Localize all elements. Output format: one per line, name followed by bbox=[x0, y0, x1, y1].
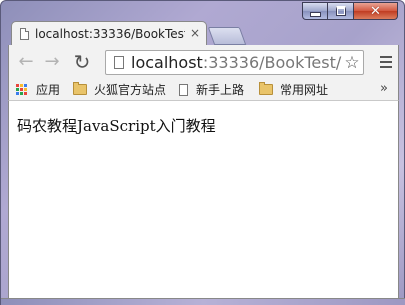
apps-grid-dot bbox=[24, 91, 27, 95]
forward-arrow-icon: → bbox=[44, 51, 60, 72]
address-bar[interactable]: localhost:33336/BookTest/D ☆ bbox=[105, 50, 364, 75]
browser-window: ✕ localhost:33336/BookTest/D × ← → ↻ loc… bbox=[0, 0, 405, 305]
minimize-button[interactable] bbox=[302, 2, 328, 20]
bookmark-apps[interactable]: 应用 bbox=[16, 81, 60, 98]
reload-button[interactable]: ↻ bbox=[71, 51, 93, 73]
apps-grid-dot bbox=[24, 87, 27, 91]
tab-strip: localhost:33336/BookTest/D × bbox=[11, 21, 271, 45]
page-heading-text: 码农教程JavaScript入门教程 bbox=[17, 117, 216, 135]
bookmark-label: 火狐官方站点 bbox=[94, 83, 167, 97]
bookmarks-bar: 应用 火狐官方站点 新手上路 常用网址 » bbox=[8, 79, 399, 101]
address-path: :33336/BookTest/D bbox=[202, 53, 354, 72]
folder-icon bbox=[73, 82, 87, 95]
apps-grid-dot bbox=[20, 87, 23, 91]
forward-button[interactable]: → bbox=[41, 51, 63, 73]
apps-grid-icon bbox=[16, 83, 28, 96]
window-caption-controls: ✕ bbox=[302, 2, 398, 20]
maximize-button[interactable] bbox=[328, 2, 354, 20]
tab-active[interactable]: localhost:33336/BookTest/D × bbox=[11, 21, 207, 45]
apps-grid-dot bbox=[16, 91, 19, 95]
tab-title: localhost:33336/BookTest/D bbox=[35, 26, 185, 41]
bookmark-star-icon[interactable]: ☆ bbox=[342, 51, 362, 74]
apps-grid-dot bbox=[20, 91, 23, 95]
apps-grid-dot bbox=[16, 83, 19, 87]
bookmark-label: 常用网址 bbox=[280, 83, 329, 97]
apps-grid-dot bbox=[16, 87, 19, 91]
address-text: localhost:33336/BookTest/D bbox=[131, 53, 354, 72]
minimize-icon bbox=[309, 11, 321, 17]
bookmark-item[interactable]: 新手上路 bbox=[179, 81, 244, 98]
bookmark-item[interactable]: 火狐官方站点 bbox=[73, 81, 166, 98]
window-bottom-frame bbox=[1, 298, 405, 305]
menu-hamburger-icon[interactable] bbox=[380, 56, 392, 68]
bookmarks-overflow-icon[interactable]: » bbox=[380, 81, 388, 96]
close-window-button[interactable]: ✕ bbox=[354, 2, 398, 20]
address-host: localhost bbox=[131, 53, 203, 72]
star-glyph: ☆ bbox=[344, 52, 360, 73]
close-icon: ✕ bbox=[370, 3, 381, 19]
bookmark-label: 新手上路 bbox=[196, 83, 245, 97]
page-icon bbox=[114, 56, 124, 69]
page-favicon-icon bbox=[20, 27, 29, 40]
tab-close-icon[interactable]: × bbox=[190, 26, 200, 40]
back-arrow-icon: ← bbox=[18, 51, 34, 72]
reload-icon: ↻ bbox=[73, 50, 91, 74]
bookmark-item[interactable]: 常用网址 bbox=[259, 81, 328, 98]
page-icon bbox=[179, 83, 188, 96]
apps-grid-dot bbox=[24, 83, 27, 87]
browser-toolbar: ← → ↻ localhost:33336/BookTest/D ☆ bbox=[8, 45, 399, 79]
apps-grid-dot bbox=[20, 83, 23, 87]
maximize-icon bbox=[335, 6, 346, 16]
bookmark-apps-label: 应用 bbox=[36, 83, 61, 97]
back-button[interactable]: ← bbox=[15, 51, 37, 73]
folder-icon bbox=[259, 82, 273, 95]
page-content: 码农教程JavaScript入门教程 bbox=[8, 101, 399, 298]
new-tab-button[interactable] bbox=[207, 27, 247, 45]
